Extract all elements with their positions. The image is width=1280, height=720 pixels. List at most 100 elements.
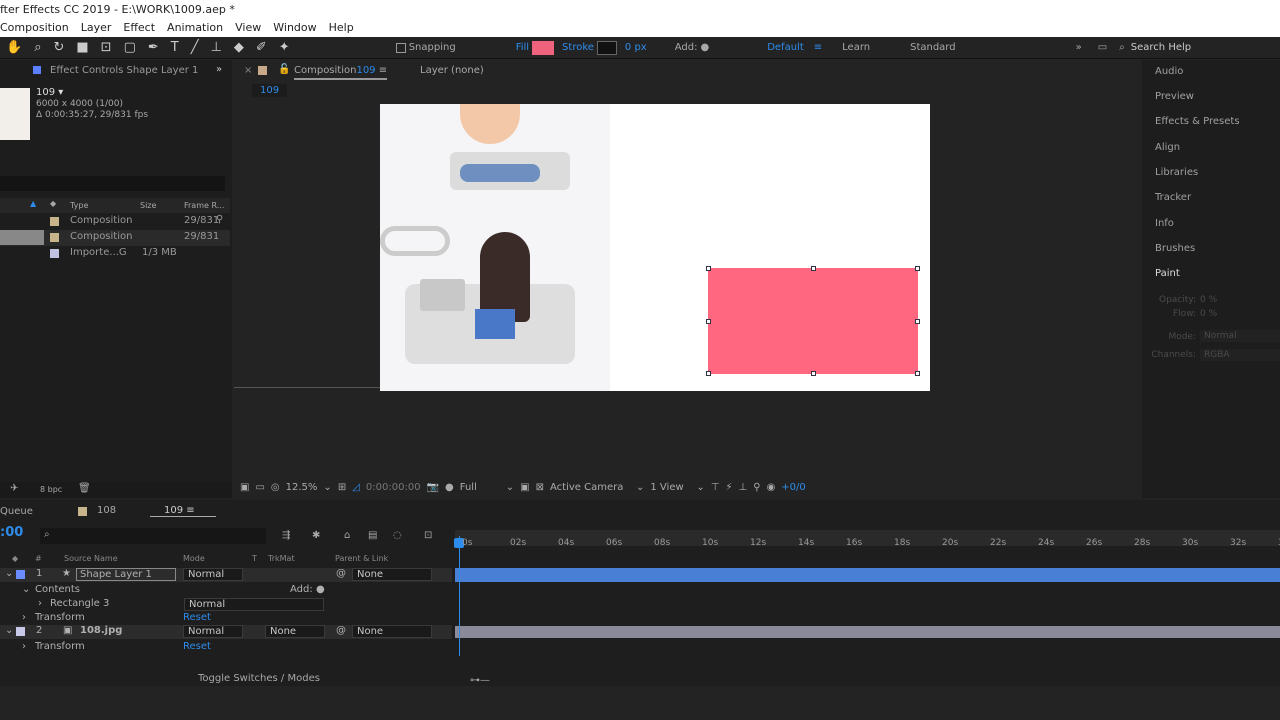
sort-icon[interactable]: ▲ xyxy=(30,199,36,208)
layer-mode-select[interactable]: Normal xyxy=(183,568,243,581)
interpret-footage-icon[interactable]: ✈ xyxy=(10,483,18,494)
pen-tool-icon[interactable]: ✒ xyxy=(148,40,159,55)
menu-help[interactable]: Help xyxy=(329,21,354,37)
column-source-name[interactable]: Source Name xyxy=(64,554,118,563)
pink-rectangle-shape[interactable] xyxy=(708,268,918,374)
effect-controls-tab[interactable]: Effect Controls Shape Layer 1 xyxy=(50,65,198,76)
draft-3d-icon[interactable]: ✱ xyxy=(312,530,320,541)
playhead[interactable] xyxy=(459,536,460,656)
panel-tracker[interactable]: Tracker xyxy=(1155,192,1191,203)
render-queue-tab[interactable]: Queue xyxy=(0,506,33,517)
project-item[interactable]: Composition 29/831 xyxy=(0,230,230,246)
handle[interactable] xyxy=(811,371,816,376)
handle[interactable] xyxy=(915,266,920,271)
rotate-tool-icon[interactable]: ↻ xyxy=(53,40,64,55)
project-search[interactable] xyxy=(0,176,225,191)
parent-select[interactable]: None xyxy=(352,568,432,581)
reset-link[interactable]: Reset xyxy=(183,612,211,623)
panel-paint[interactable]: Paint xyxy=(1155,268,1180,279)
fill-swatch[interactable] xyxy=(532,40,555,55)
add-button[interactable]: ● xyxy=(700,42,709,53)
tab-menu-icon[interactable]: ≡ xyxy=(379,65,387,76)
trash-icon[interactable]: 🗑 xyxy=(78,483,91,494)
trkmat-select[interactable]: None xyxy=(265,625,325,638)
frame-blending-icon[interactable]: ▤ xyxy=(368,530,377,541)
column-trkmat[interactable]: TrkMat xyxy=(268,554,295,563)
contents-row[interactable]: ⌄ Contents Add: ● xyxy=(0,584,452,598)
camera-tool-icon[interactable]: ■ xyxy=(76,40,88,55)
stroke-swatch[interactable] xyxy=(596,40,617,55)
bpc-button[interactable]: 8 bpc xyxy=(40,485,62,494)
channels-select[interactable]: RGBA xyxy=(1200,349,1280,361)
paint-mode-select[interactable]: Normal xyxy=(1200,330,1280,342)
roto-brush-tool-icon[interactable]: ✐ xyxy=(256,40,267,55)
panel-brushes[interactable]: Brushes xyxy=(1155,243,1195,254)
pickwhip-icon[interactable]: @ xyxy=(336,568,346,579)
rectangle-mode-select[interactable]: Normal xyxy=(184,598,324,611)
composition-mini-flowchart-icon[interactable]: ⇶ xyxy=(282,530,290,541)
menu-layer[interactable]: Layer xyxy=(81,21,112,37)
expand-chevron-icon[interactable]: › xyxy=(38,598,42,609)
handle[interactable] xyxy=(706,371,711,376)
workspace-learn[interactable]: Learn xyxy=(842,42,870,53)
layer-row-2[interactable]: ⌄ 2 ▣ 108.jpg Normal None @ None xyxy=(0,625,452,639)
workspace-standard[interactable]: Standard xyxy=(910,42,956,53)
add-button[interactable]: ● xyxy=(316,584,325,595)
lock-icon[interactable]: 🔓 xyxy=(278,64,290,75)
comp-canvas[interactable] xyxy=(380,104,930,391)
search-help[interactable]: Search Help xyxy=(1131,42,1191,53)
fill-label[interactable]: Fill xyxy=(516,42,529,53)
toggle-switches-modes[interactable]: Toggle Switches / Modes xyxy=(198,673,320,684)
transform-row[interactable]: › Transform Reset xyxy=(0,641,452,655)
toggle-pixel-aspect-icon[interactable]: ⊤ xyxy=(711,482,720,493)
layer-name[interactable]: 108.jpg xyxy=(80,625,122,636)
handle[interactable] xyxy=(706,266,711,271)
panel-effects-presets[interactable]: Effects & Presets xyxy=(1155,116,1240,127)
puppet-pin-tool-icon[interactable]: ✦ xyxy=(279,40,290,55)
time-ruler[interactable] xyxy=(455,530,1280,546)
chevron-down-icon[interactable]: ⌄ xyxy=(506,482,514,493)
parent-select[interactable]: None xyxy=(352,625,432,638)
expand-chevron-icon[interactable]: ⌄ xyxy=(22,584,30,595)
pickwhip-icon[interactable]: @ xyxy=(336,625,346,636)
transparency-grid-icon[interactable]: ⊠ xyxy=(536,482,544,493)
panel-audio[interactable]: Audio xyxy=(1155,66,1183,77)
vr-icon[interactable]: ◎ xyxy=(271,482,280,493)
graph-editor-icon[interactable]: ⊡ xyxy=(424,530,432,541)
column-frame-rate[interactable]: Frame R... xyxy=(184,201,224,210)
column-type[interactable]: Type xyxy=(70,201,88,210)
layer-tab[interactable]: Layer (none) xyxy=(420,65,484,76)
color-channel-icon[interactable]: ● xyxy=(445,482,454,493)
timeline-tab-108[interactable]: 108 xyxy=(97,505,116,516)
zoom-select[interactable]: 12.5% xyxy=(286,482,318,493)
mask-visibility-icon[interactable]: ◿ xyxy=(352,482,360,493)
handle[interactable] xyxy=(811,266,816,271)
clone-stamp-tool-icon[interactable]: ⊥ xyxy=(211,40,222,55)
eraser-tool-icon[interactable]: ◆ xyxy=(234,40,244,55)
comp-breadcrumb[interactable]: 109 xyxy=(252,84,288,97)
panel-preview[interactable]: Preview xyxy=(1155,91,1194,102)
layer-bar-2[interactable] xyxy=(455,626,1280,638)
more-workspaces-icon[interactable]: » xyxy=(1076,42,1082,53)
monitor-icon[interactable]: ▭ xyxy=(255,482,264,493)
chevron-down-icon[interactable]: ⌄ xyxy=(696,482,704,493)
flow-value[interactable]: 0 % xyxy=(1200,309,1217,319)
timeline-icon[interactable]: ⊥ xyxy=(739,482,748,493)
resolution-select[interactable]: Full xyxy=(460,482,500,493)
sync-icon[interactable]: ▭ xyxy=(1098,42,1107,53)
flowchart-icon[interactable]: ⚲ xyxy=(753,482,760,493)
column-mode[interactable]: Mode xyxy=(183,554,205,563)
menu-effect[interactable]: Effect xyxy=(123,21,155,37)
panel-overflow-icon[interactable]: » xyxy=(216,64,222,75)
menu-animation[interactable]: Animation xyxy=(167,21,223,37)
comp-name[interactable]: 109 ▾ xyxy=(36,87,63,98)
layer-name-input[interactable]: Shape Layer 1 xyxy=(76,568,176,581)
current-time[interactable]: 0:00:00:00 xyxy=(366,482,421,493)
search-icon[interactable]: ⌕ xyxy=(1119,42,1125,53)
menu-window[interactable]: Window xyxy=(273,21,316,37)
shy-layers-icon[interactable]: ⌂ xyxy=(344,530,350,541)
column-parent-link[interactable]: Parent & Link xyxy=(335,554,388,563)
layer-mode-select[interactable]: Normal xyxy=(183,625,243,638)
workspace-menu-icon[interactable]: ≡ xyxy=(814,42,822,53)
timeline-timecode[interactable]: :00 xyxy=(0,525,23,540)
